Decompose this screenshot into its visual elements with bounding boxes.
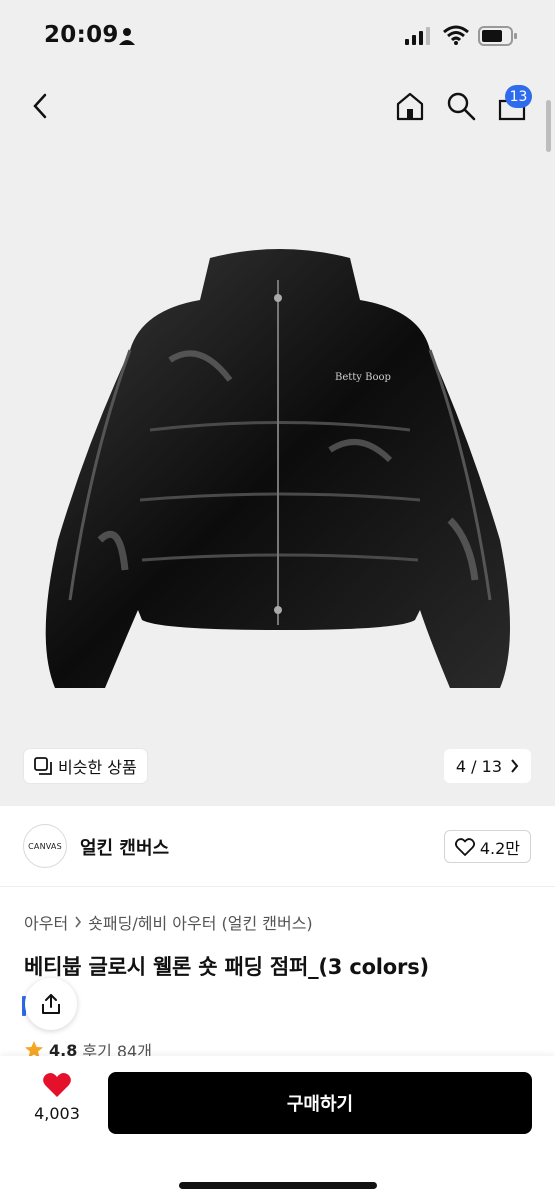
status-bar: 20:09	[0, 0, 555, 72]
status-time: 20:09	[44, 22, 119, 48]
scrollbar[interactable]	[546, 100, 551, 152]
home-icon	[396, 92, 424, 121]
person-icon	[119, 28, 135, 45]
bottom-action-bar: 4,003 구매하기	[0, 1056, 555, 1200]
heart-filled-icon	[43, 1072, 71, 1097]
brand-logo[interactable]: CANVAS	[23, 824, 67, 868]
breadcrumb: 아우터 숏패딩/헤비 아우터 (얼킨 캔버스)	[24, 910, 313, 934]
image-counter-text: 4 / 13	[455, 756, 502, 776]
chevron-right-icon	[75, 916, 82, 928]
copy-icon	[34, 757, 52, 775]
wifi-icon	[443, 25, 469, 45]
brand-like-count: 4.2만	[479, 838, 520, 858]
wishlist-count: 4,003	[34, 1104, 80, 1123]
cart-count-badge: 13	[505, 85, 532, 108]
heart-outline-icon	[454, 837, 475, 856]
product-image: Betty Boop	[45, 249, 511, 688]
wishlist-button[interactable]: 4,003	[26, 1072, 88, 1138]
similar-products-button[interactable]: 비슷한 상품	[24, 749, 147, 783]
chevron-right-icon	[511, 759, 519, 773]
chevron-left-icon	[33, 93, 47, 119]
image-page-counter[interactable]: 4 / 13	[443, 749, 531, 783]
home-indicator	[179, 1182, 377, 1189]
cellular-signal-icon	[405, 27, 430, 45]
search-button[interactable]	[439, 84, 483, 128]
buy-button[interactable]: 구매하기	[108, 1072, 532, 1134]
seller-info: CANVAS 얼킨 캔버스 4.2만	[0, 806, 555, 887]
battery-icon	[478, 26, 517, 46]
brand-name[interactable]: 얼킨 캔버스	[80, 834, 169, 860]
share-button[interactable]	[25, 978, 77, 1030]
breadcrumb-item[interactable]: 숏패딩/헤비 아우터 (얼킨 캔버스)	[88, 910, 313, 934]
product-title: 베티붑 글로시 웰론 숏 패딩 점퍼_(3 colors)	[24, 955, 429, 979]
back-button[interactable]	[18, 84, 62, 128]
jacket-logo: Betty Boop	[335, 372, 391, 383]
top-navigation	[0, 72, 555, 142]
breadcrumb-item[interactable]: 아우터	[24, 910, 68, 934]
share-icon	[42, 994, 60, 1014]
home-button[interactable]	[388, 84, 432, 128]
brand-like-button[interactable]: 4.2만	[443, 830, 531, 863]
search-icon	[447, 92, 476, 121]
similar-products-label: 비슷한 상품	[58, 758, 137, 777]
